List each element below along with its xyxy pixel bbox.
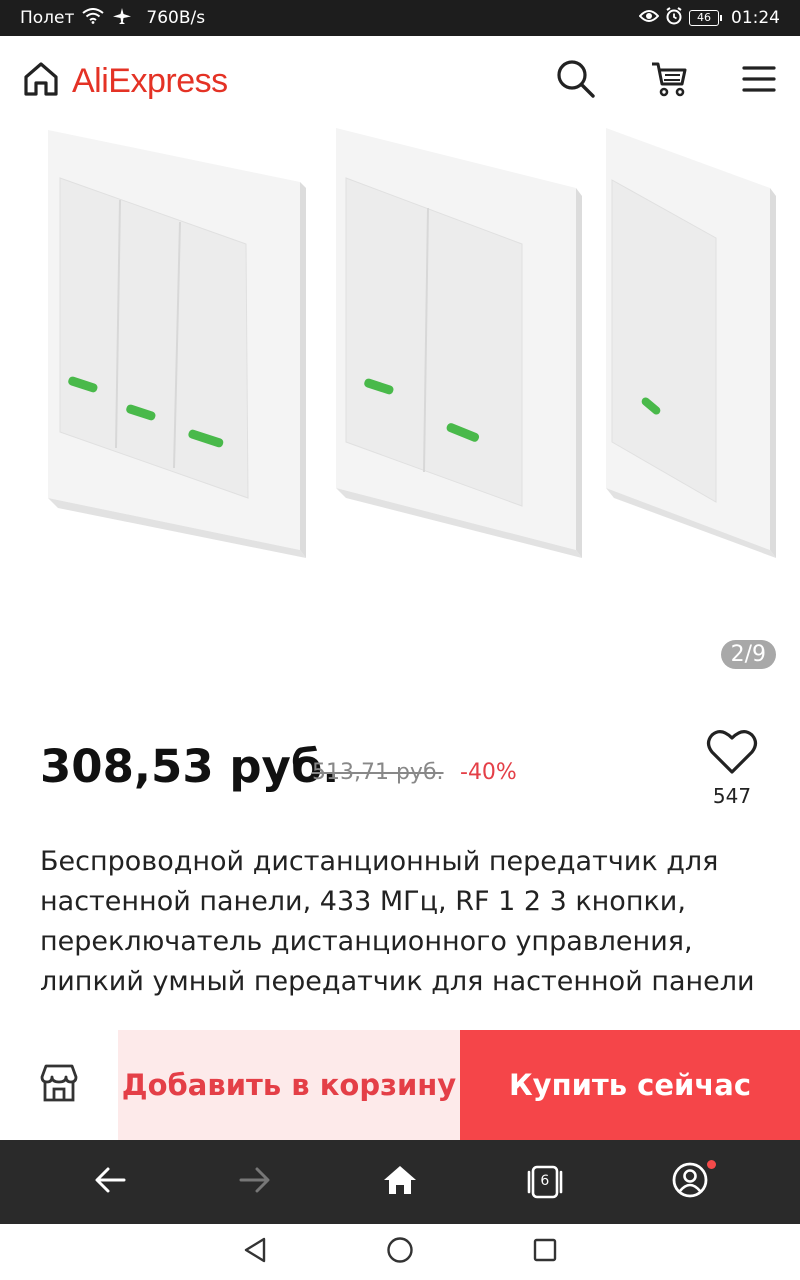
forward-button[interactable]: [215, 1152, 295, 1212]
wifi-icon: [82, 7, 105, 29]
system-navigation-bar: [0, 1224, 800, 1280]
tabs-count: 6: [540, 1173, 550, 1189]
cart-icon[interactable]: [650, 60, 688, 102]
arrow-left-icon[interactable]: [94, 1166, 126, 1198]
system-recents-icon[interactable]: [532, 1237, 558, 1267]
system-home-icon[interactable]: [386, 1236, 414, 1268]
app-header: AliExpress: [0, 36, 800, 126]
wishlist-count: 547: [712, 784, 752, 808]
store-icon[interactable]: [38, 1063, 80, 1107]
product-image: [48, 128, 776, 558]
switch-two-gang-image: [336, 128, 582, 558]
back-button[interactable]: [70, 1152, 150, 1212]
product-title: Беспроводной дистанционный передатчик дл…: [40, 846, 755, 997]
status-bar: Полет 760B/s 46 01:24: [0, 0, 800, 36]
arrow-right-icon[interactable]: [239, 1166, 271, 1198]
search-icon[interactable]: [556, 59, 596, 103]
wishlist-button[interactable]: 547: [704, 728, 760, 808]
original-price: 513,71 руб.: [312, 760, 444, 785]
purchase-action-bar: Добавить в корзину Купить сейчас: [0, 1030, 800, 1140]
tabs-icon[interactable]: 6: [524, 1165, 566, 1199]
browser-toolbar: 6: [0, 1140, 800, 1224]
airplane-icon: [112, 7, 132, 30]
profile-button[interactable]: [650, 1152, 730, 1212]
home-filled-icon[interactable]: [383, 1164, 417, 1200]
add-to-cart-button[interactable]: Добавить в корзину: [118, 1030, 460, 1140]
browser-home-button[interactable]: [360, 1152, 440, 1212]
switch-one-gang-image: [606, 128, 776, 558]
clock: 01:24: [731, 8, 780, 28]
heart-icon[interactable]: [706, 730, 758, 780]
alarm-icon: [665, 6, 683, 30]
tabs-button[interactable]: 6: [505, 1152, 585, 1212]
menu-icon[interactable]: [742, 64, 776, 98]
carrier-label: Полет: [20, 8, 75, 28]
price-row: 308,53 руб. 513,71 руб. -40% 547: [40, 730, 770, 820]
home-icon[interactable]: [22, 60, 60, 102]
image-counter: 2/9: [720, 640, 776, 669]
discount-badge: -40%: [460, 760, 517, 785]
store-button[interactable]: [0, 1030, 118, 1140]
network-speed: 760B/s: [146, 8, 206, 28]
battery-icon: 46: [689, 10, 722, 26]
current-price: 308,53 руб.: [40, 740, 340, 793]
product-image-gallery[interactable]: 2/9: [0, 126, 800, 700]
system-back-icon[interactable]: [242, 1236, 268, 1268]
logo[interactable]: AliExpress: [22, 60, 228, 102]
switch-three-gang-image: [48, 130, 306, 558]
buy-now-button[interactable]: Купить сейчас: [460, 1030, 800, 1140]
user-icon[interactable]: [671, 1161, 709, 1203]
notification-dot: [706, 1160, 716, 1169]
eye-icon: [638, 8, 660, 28]
logo-text: AliExpress: [72, 61, 228, 100]
